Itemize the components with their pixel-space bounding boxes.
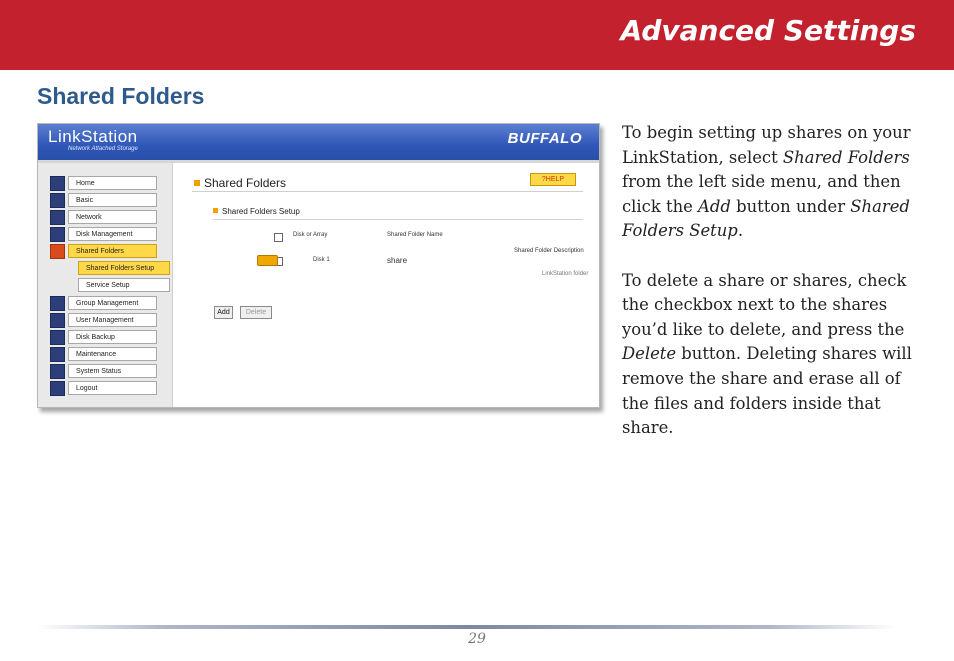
sidebar-item-label: Network <box>68 210 157 224</box>
divider <box>213 219 583 220</box>
sidebar-item[interactable]: Group Management <box>50 296 158 311</box>
menu-icon <box>50 313 65 328</box>
menu-icon <box>50 381 65 396</box>
menu-icon <box>50 193 65 208</box>
section-title: Shared Folders <box>37 83 205 109</box>
page-number: 29 <box>468 631 486 647</box>
sidebar-item[interactable]: Disk Backup <box>50 330 158 345</box>
sidebar-item-label: User Management <box>68 313 157 327</box>
bullet-icon <box>194 180 200 186</box>
add-button[interactable]: Add <box>214 306 233 319</box>
shared-folders-heading: Shared Folders <box>194 176 286 190</box>
menu-icon <box>50 364 65 379</box>
shared-folders-setup-heading: Shared Folders Setup <box>213 207 300 216</box>
sidebar-item-label: Shared Folders <box>68 244 157 258</box>
bullet-icon <box>213 208 218 213</box>
column-header-disk: Disk or Array <box>293 232 328 238</box>
sidebar-item[interactable]: Logout <box>50 381 158 396</box>
sidebar-item-label: System Status <box>68 364 157 378</box>
page-title: Advanced Settings <box>620 14 916 47</box>
menu-icon <box>50 176 65 191</box>
delete-button[interactable]: Delete <box>240 306 272 319</box>
sidebar-item-label: Basic <box>68 193 157 207</box>
instructions: To begin setting up shares on your LinkS… <box>622 121 922 441</box>
column-header-description: Shared Folder Description <box>514 248 584 254</box>
sidebar-item[interactable]: User Management <box>50 313 158 328</box>
menu-icon <box>50 347 65 362</box>
sidebar-item-label: Group Management <box>68 296 157 310</box>
help-button[interactable]: ?HELP <box>530 173 576 186</box>
disk-icon <box>257 255 278 266</box>
menu-icon <box>50 244 65 259</box>
row-share-name[interactable]: share <box>387 256 407 265</box>
row-disk: Disk 1 <box>313 257 330 263</box>
sidebar-item-label: Home <box>68 176 157 190</box>
instructions-paragraph-2: To delete a share or shares, check the c… <box>622 269 922 441</box>
menu-icon <box>50 296 65 311</box>
linkstation-header: LinkStation Network Attached Storage BUF… <box>38 124 599 160</box>
sidebar-item[interactable]: Network <box>50 210 158 225</box>
sidebar-item-label: Service Setup <box>78 278 170 292</box>
footer-divider <box>36 625 896 629</box>
sidebar-item[interactable]: Basic <box>50 193 158 208</box>
linkstation-screenshot: LinkStation Network Attached Storage BUF… <box>37 123 600 408</box>
sidebar-item-label: Shared Folders Setup <box>78 261 170 275</box>
sidebar-item[interactable]: Maintenance <box>50 347 158 362</box>
buffalo-logo: BUFFALO <box>507 130 582 147</box>
linkstation-subtitle: Network Attached Storage <box>68 146 138 152</box>
main-content: Shared Folders ?HELP Shared Folders Setu… <box>173 163 599 407</box>
sidebar-item[interactable]: Home <box>50 176 158 191</box>
emphasis-text: Delete <box>622 344 677 364</box>
sidebar-item-label: Disk Backup <box>68 330 157 344</box>
sidebar-item[interactable]: Shared Folders Setup <box>50 261 170 276</box>
sidebar-item-label: Maintenance <box>68 347 157 361</box>
sidebar-item[interactable]: Service Setup <box>50 278 170 293</box>
sidebar-item[interactable]: Shared Folders <box>50 244 158 259</box>
emphasis-text: Add <box>698 196 731 216</box>
emphasis-text: Shared Folders <box>782 147 910 167</box>
body-text: To delete a share or shares, check the c… <box>622 270 907 339</box>
column-header-name: Shared Folder Name <box>387 232 443 238</box>
sidebar-item-label: Logout <box>68 381 157 395</box>
menu-icon <box>50 330 65 345</box>
sidebar-item[interactable]: Disk Management <box>50 227 158 242</box>
menu-icon <box>50 227 65 242</box>
row-description: LinkStation folder <box>542 271 589 277</box>
divider <box>192 191 583 192</box>
body-text: button under <box>730 196 851 216</box>
menu-icon <box>50 210 65 225</box>
sidebar: Home Basic Network Disk Management Shared Fo… <box>38 163 173 407</box>
body-text: . <box>737 221 744 241</box>
select-all-checkbox[interactable] <box>274 233 283 242</box>
header-bar: Advanced Settings <box>0 0 954 70</box>
instructions-paragraph-1: To begin setting up shares on your LinkS… <box>622 121 922 244</box>
sidebar-item[interactable]: System Status <box>50 364 158 379</box>
sidebar-item-label: Disk Management <box>68 227 157 241</box>
linkstation-logo: LinkStation <box>48 127 138 146</box>
